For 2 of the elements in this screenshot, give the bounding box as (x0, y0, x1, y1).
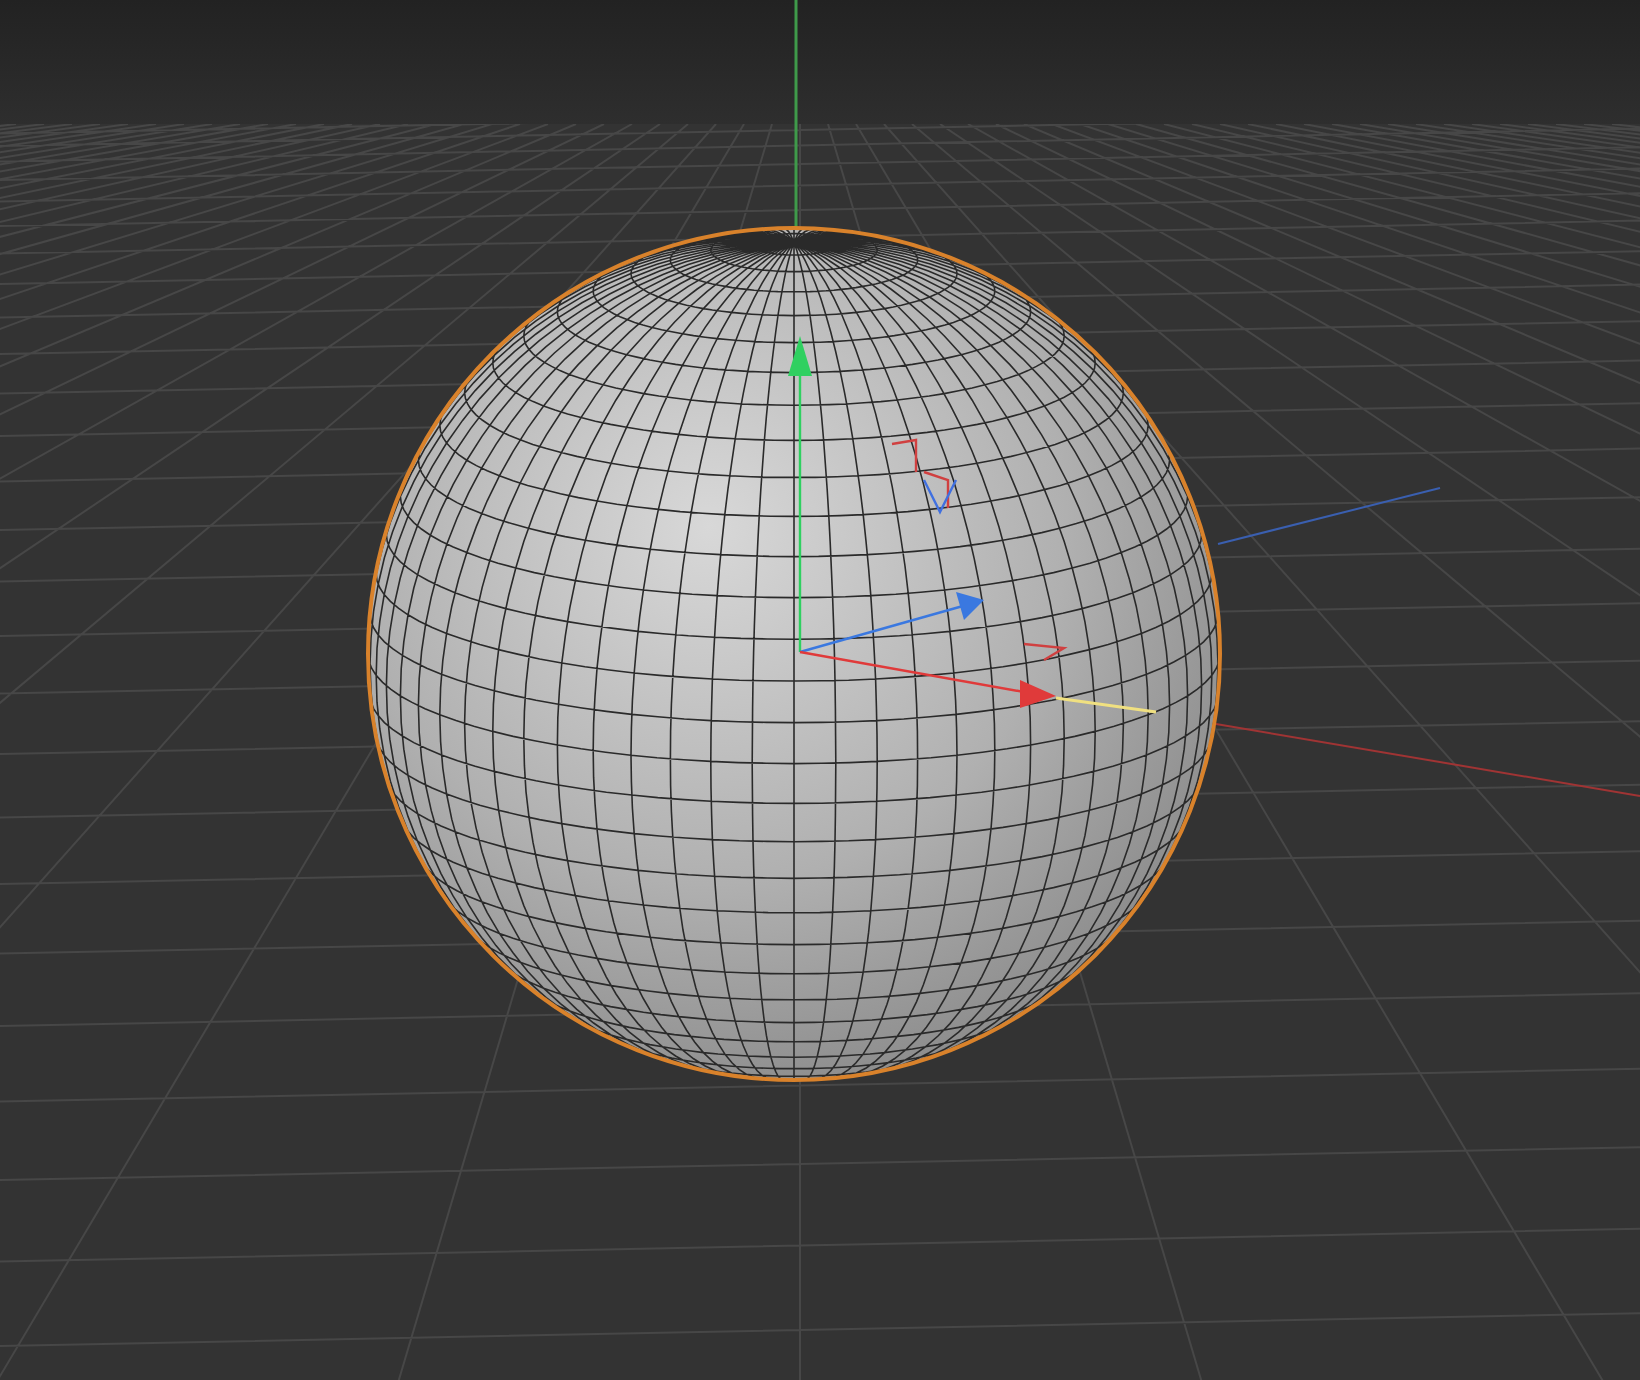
move-gizmo-drawing[interactable] (788, 336, 1157, 714)
sphere-drawing[interactable] (366, 226, 1222, 1082)
